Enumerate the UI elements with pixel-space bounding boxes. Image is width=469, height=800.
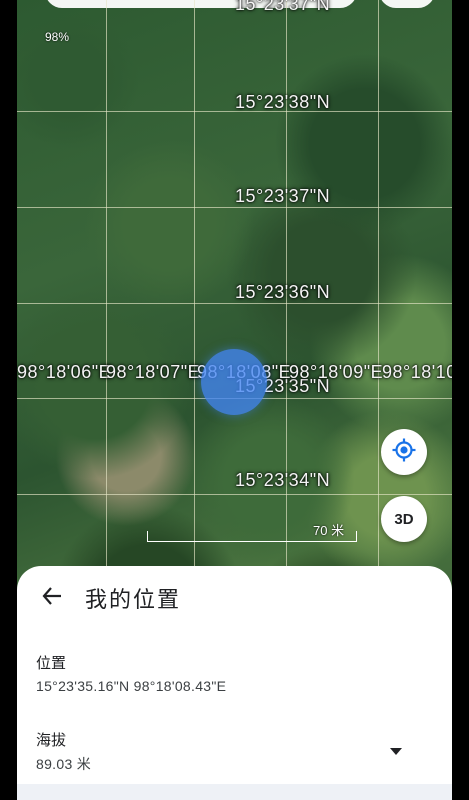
grid-line — [17, 494, 452, 495]
location-bottom-sheet: 我的位置 位置 15°23'35.16"N 98°18'08.43"E 海拔 8… — [17, 566, 452, 800]
arrow-left-icon — [41, 585, 63, 612]
current-location-marker[interactable] — [201, 349, 267, 415]
longitude-label: 98°18'06"E — [17, 362, 112, 382]
my-location-button[interactable] — [381, 429, 427, 475]
scale-label: 70 米 — [313, 523, 345, 538]
grid-line — [17, 303, 452, 304]
3d-label: 3D — [394, 510, 414, 528]
3d-toggle-button[interactable]: 3D — [381, 496, 427, 542]
zoom-percent: 98% — [45, 30, 70, 44]
latitude-label: 15°23'38"N — [235, 92, 331, 112]
longitude-label: 98°18'10 — [382, 362, 452, 382]
grid-line — [17, 207, 452, 208]
my-location-icon — [391, 437, 417, 468]
back-button[interactable] — [39, 585, 65, 611]
caret-down-icon — [389, 744, 403, 762]
longitude-label: 98°18'09"E — [289, 362, 384, 382]
sheet-title: 我的位置 — [85, 587, 182, 612]
next-item-strip — [17, 784, 452, 800]
altitude-value: 89.03 米 — [36, 756, 92, 772]
map-screen: 98% 15°23'37"N 15°23'38"N 15°23'37"N 15°… — [17, 0, 452, 800]
altitude-dropdown-button[interactable] — [387, 744, 405, 762]
location-coordinates[interactable]: 15°23'35.16"N 98°18'08.43"E — [36, 678, 226, 694]
latitude-label: 15°23'34"N — [235, 470, 331, 490]
latitude-label: 15°23'37"N — [235, 0, 331, 14]
altitude-label: 海拔 — [36, 732, 67, 749]
longitude-label: 98°18'07"E — [106, 362, 201, 382]
grid-line — [106, 0, 107, 600]
grid-line — [378, 0, 379, 600]
location-label: 位置 — [36, 655, 67, 672]
latitude-label: 15°23'37"N — [235, 186, 331, 206]
latitude-label: 15°23'36"N — [235, 282, 331, 302]
grid-line — [194, 0, 195, 600]
sheet-header: 我的位置 — [39, 582, 181, 614]
